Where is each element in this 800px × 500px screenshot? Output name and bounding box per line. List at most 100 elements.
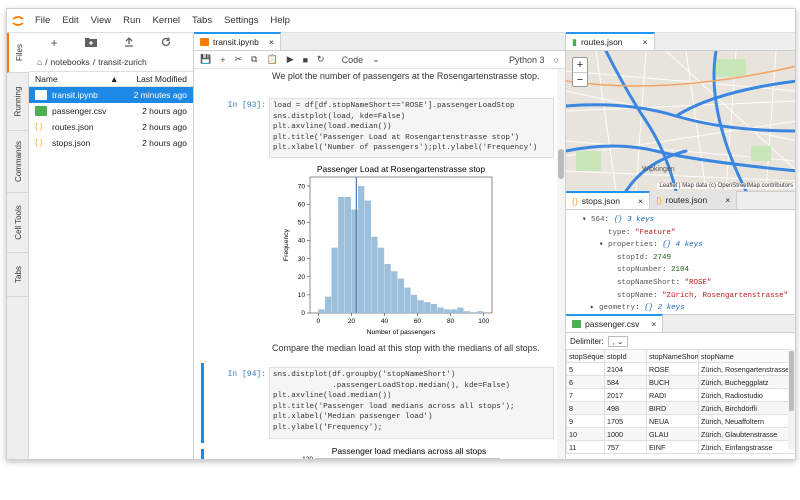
table-cell[interactable]: Zürich, Neuaffoltern xyxy=(698,414,795,428)
table-cell[interactable]: Zürich, Bucheggplatz xyxy=(698,375,795,389)
table-cell[interactable]: GLAU xyxy=(646,427,699,441)
column-header[interactable]: stopId xyxy=(604,349,647,363)
collapse-arrow-icon[interactable]: ▸ xyxy=(590,304,599,312)
scrollbar-thumb[interactable] xyxy=(558,149,564,179)
markdown-cell[interactable]: Compare the median load at this stop wit… xyxy=(194,343,540,353)
breadcrumb-item[interactable]: transit-zurich xyxy=(98,57,147,67)
menu-file[interactable]: File xyxy=(29,15,56,26)
table-cell[interactable]: 584 xyxy=(604,375,647,389)
new-folder-icon[interactable] xyxy=(84,36,97,50)
insert-cell-icon[interactable]: + xyxy=(220,55,225,65)
close-icon[interactable]: × xyxy=(269,37,274,47)
breadcrumb-item[interactable]: notebooks xyxy=(51,57,90,67)
file-item[interactable]: passenger.csv 2 hours ago xyxy=(29,103,193,119)
table-cell[interactable]: RADI xyxy=(646,388,699,402)
stop-icon[interactable]: ■ xyxy=(303,55,308,65)
table-cell[interactable]: 1000 xyxy=(604,427,647,441)
tab-stops-json[interactable]: {} stops.json × xyxy=(566,191,650,209)
file-item[interactable]: { } routes.json 2 hours ago xyxy=(29,119,193,135)
cell-type-select[interactable]: Code xyxy=(342,55,364,65)
table-cell[interactable]: Zürich, Radiostudio xyxy=(698,388,795,402)
code-cell[interactable]: sns.distplot(df.groupby('stopNameShort')… xyxy=(269,367,554,439)
menu-settings[interactable]: Settings xyxy=(218,15,264,26)
table-cell[interactable]: Zürich, Glaubtenstrasse xyxy=(698,427,795,441)
expand-arrow-icon[interactable]: ▾ xyxy=(582,216,591,224)
scrollbar[interactable] xyxy=(788,349,795,449)
menu-view[interactable]: View xyxy=(85,15,117,26)
markdown-cell[interactable]: We plot the number of passengers at the … xyxy=(194,71,540,81)
table-row[interactable]: 10 1000 GLAU Zürich, Glaubtenstrasse xyxy=(566,427,795,441)
scrollbar-thumb[interactable] xyxy=(789,351,794,411)
restart-icon[interactable]: ↻ xyxy=(317,54,325,65)
table-row[interactable]: 8 498 BIRD Zürich, Birchdörfli xyxy=(566,401,795,415)
table-row[interactable]: 6 584 BUCH Zürich, Bucheggplatz xyxy=(566,375,795,389)
menu-kernel[interactable]: Kernel xyxy=(147,15,186,26)
table-cell[interactable]: Zürich, Rosengartenstrasse xyxy=(698,362,795,376)
close-icon[interactable]: × xyxy=(643,37,648,47)
table-row[interactable]: 7 2017 RADI Zürich, Radiostudio xyxy=(566,388,795,402)
save-icon[interactable]: 💾 xyxy=(200,54,211,65)
zoom-out-button[interactable]: − xyxy=(573,72,587,87)
tab-routes-json[interactable]: ▮ routes.json × xyxy=(566,32,655,50)
column-header[interactable]: stopName xyxy=(698,349,795,363)
column-header[interactable]: stopNameShort xyxy=(646,349,699,363)
expand-arrow-icon[interactable]: ▾ xyxy=(599,241,608,249)
table-cell[interactable]: 10 xyxy=(566,427,605,441)
file-item[interactable]: { } stops.json 2 hours ago xyxy=(29,135,193,151)
table-cell[interactable]: 8 xyxy=(566,401,605,415)
table-cell[interactable]: 7 xyxy=(566,388,605,402)
file-item[interactable]: transit.ipynb 2 minutes ago xyxy=(29,87,193,103)
cut-icon[interactable]: ✂ xyxy=(234,54,242,65)
table-row[interactable]: 11 757 EINF Zürich, Einfangstrasse xyxy=(566,440,795,454)
menu-edit[interactable]: Edit xyxy=(56,15,84,26)
tab-routes-json-2[interactable]: {} routes.json × xyxy=(649,191,738,209)
table-cell[interactable]: 2017 xyxy=(604,388,647,402)
map-attribution[interactable]: Leaflet | Map data (c) OpenStreetMap con… xyxy=(657,183,795,189)
new-launcher-icon[interactable]: + xyxy=(51,36,58,50)
upload-icon[interactable] xyxy=(124,36,134,50)
table-cell[interactable]: ROSE xyxy=(646,362,699,376)
table-cell[interactable]: 11 xyxy=(566,440,605,454)
close-icon[interactable]: × xyxy=(651,319,656,329)
table-cell[interactable]: Zürich, Birchdörfli xyxy=(698,401,795,415)
chevron-down-icon[interactable]: ⌄ xyxy=(372,54,380,65)
table-cell[interactable]: 2104 xyxy=(604,362,647,376)
menu-tabs[interactable]: Tabs xyxy=(186,15,218,26)
tab-passenger-csv[interactable]: passenger.csv × xyxy=(566,314,664,332)
kernel-name[interactable]: Python 3 xyxy=(509,55,545,65)
close-icon[interactable]: × xyxy=(725,195,730,205)
column-header[interactable]: stopSequer xyxy=(566,349,605,363)
table-cell[interactable]: 1705 xyxy=(604,414,647,428)
scrollbar[interactable] xyxy=(557,69,565,459)
table-cell[interactable]: 9 xyxy=(566,414,605,428)
tab-transit-notebook[interactable]: transit.ipynb × xyxy=(194,32,281,50)
table-row[interactable]: 5 2104 ROSE Zürich, Rosengartenstrasse xyxy=(566,362,795,376)
table-cell[interactable]: 6 xyxy=(566,375,605,389)
table-cell[interactable]: BUCH xyxy=(646,375,699,389)
sidebar-tab-files[interactable]: Files xyxy=(7,33,29,73)
code-cell[interactable]: load = df[df.stopNameShort=='ROSE'].pass… xyxy=(269,98,554,158)
zoom-in-button[interactable]: + xyxy=(573,58,587,72)
table-cell[interactable]: 757 xyxy=(604,440,647,454)
copy-icon[interactable]: ⧉ xyxy=(251,54,257,65)
sidebar-tab-cell-tools[interactable]: Cell Tools xyxy=(7,193,29,253)
table-cell[interactable]: 5 xyxy=(566,362,605,376)
sidebar-tab-commands[interactable]: Commands xyxy=(7,131,29,193)
paste-icon[interactable]: 📋 xyxy=(266,54,277,65)
column-name-header[interactable]: Name xyxy=(35,74,110,84)
delimiter-select[interactable]: , ⌄ xyxy=(607,335,629,347)
menu-run[interactable]: Run xyxy=(117,15,146,26)
table-cell[interactable]: NEUA xyxy=(646,414,699,428)
column-modified-header[interactable]: Last Modified xyxy=(136,74,187,84)
table-cell[interactable]: EINF xyxy=(646,440,699,454)
run-icon[interactable]: ▶ xyxy=(287,54,294,65)
home-icon[interactable]: ⌂ xyxy=(37,57,42,67)
table-cell[interactable]: Zürich, Einfangstrasse xyxy=(698,440,795,454)
sidebar-tab-running[interactable]: Running xyxy=(7,73,29,131)
sidebar-tab-tabs[interactable]: Tabs xyxy=(7,253,29,297)
refresh-icon[interactable] xyxy=(161,36,171,50)
table-cell[interactable]: 498 xyxy=(604,401,647,415)
menu-help[interactable]: Help xyxy=(264,15,296,26)
table-row[interactable]: 9 1705 NEUA Zürich, Neuaffoltern xyxy=(566,414,795,428)
map-view[interactable]: Wipkingen xyxy=(566,51,796,191)
